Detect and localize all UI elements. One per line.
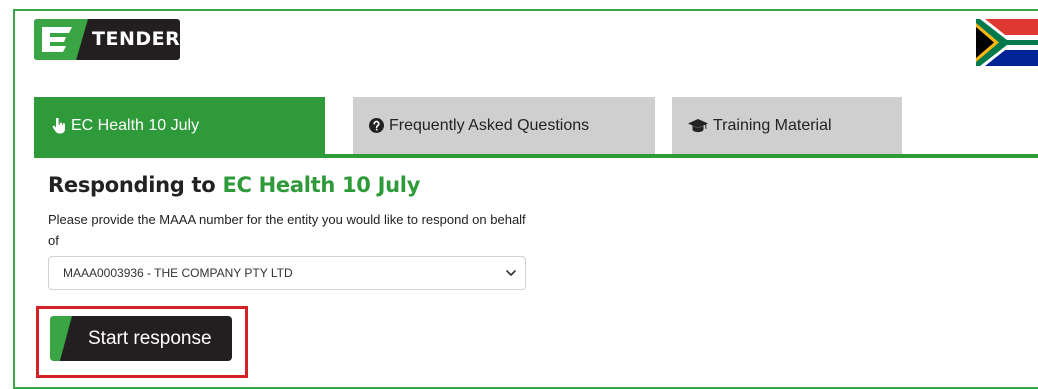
tab-label: Frequently Asked Questions [389, 116, 590, 134]
graduation-cap-icon [688, 118, 708, 133]
south-africa-flag-icon [976, 19, 1038, 66]
tab-training-material[interactable]: Training Material [672, 97, 902, 154]
etender-logo[interactable]: TENDER [34, 19, 180, 60]
button-green-accent [50, 316, 72, 361]
tab-bar-underline [34, 154, 1038, 158]
entity-select-value: MAAA0003936 - THE COMPANY PTY LTD [63, 266, 293, 280]
start-response-button[interactable]: Start response [50, 316, 232, 361]
tab-label: Training Material [713, 116, 832, 134]
tab-label: EC Health 10 July [71, 116, 200, 134]
heading-prefix: Responding to [48, 173, 216, 197]
start-response-label: Start response [88, 328, 212, 349]
logo-e-icon [42, 27, 72, 52]
logo-wordmark: TENDER [92, 28, 180, 50]
tab-ec-health[interactable]: EC Health 10 July [34, 97, 325, 154]
instructions-text: Please provide the MAAA number for the e… [48, 212, 526, 248]
page-heading: Responding to EC Health 10 July [48, 173, 420, 197]
chevron-down-icon [506, 270, 516, 276]
logo-e-mark [34, 19, 88, 60]
heading-tender-name: EC Health 10 July [222, 173, 421, 197]
hand-pointer-icon [52, 117, 66, 134]
tab-faq[interactable]: Frequently Asked Questions [353, 97, 655, 154]
entity-select[interactable]: MAAA0003936 - THE COMPANY PTY LTD [48, 256, 526, 290]
question-circle-icon [369, 118, 384, 133]
